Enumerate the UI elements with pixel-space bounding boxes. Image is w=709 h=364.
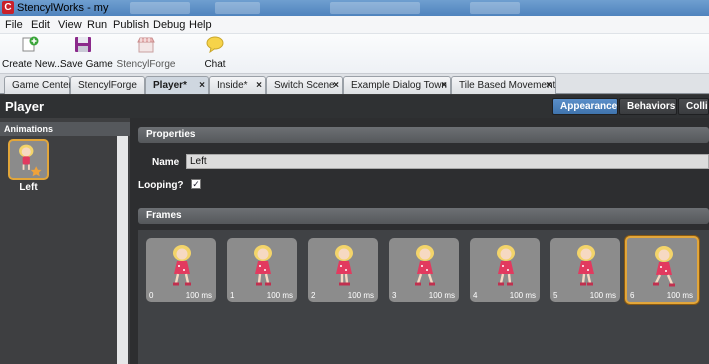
- frames-header: Frames: [138, 208, 709, 224]
- player-sprite-icon: [335, 245, 353, 286]
- create-new-icon: [22, 36, 39, 52]
- tab-tile-based-movement[interactable]: Tile Based Movement ×: [451, 76, 556, 94]
- stencyl-app-icon[interactable]: C: [2, 1, 14, 14]
- frame-index: 4: [473, 291, 478, 300]
- frame-index: 5: [553, 291, 558, 300]
- player-sprite-icon: [577, 245, 595, 286]
- menu-edit[interactable]: Edit: [31, 19, 50, 31]
- name-label: Name: [152, 157, 180, 168]
- title-bar-blur: [215, 2, 260, 14]
- frame-tile[interactable]: 0 100 ms: [146, 238, 216, 302]
- menu-file[interactable]: File: [5, 19, 23, 31]
- tab-collision[interactable]: Collis: [678, 98, 709, 115]
- save-game-label: Save Game: [60, 59, 113, 70]
- save-game-button[interactable]: Save Game: [60, 36, 113, 72]
- animation-name-field[interactable]: [186, 154, 709, 169]
- menu-debug[interactable]: Debug: [153, 19, 185, 31]
- frame-duration: 100 ms: [509, 291, 536, 300]
- frame-duration: 100 ms: [666, 291, 693, 300]
- menu-run[interactable]: Run: [87, 19, 107, 31]
- stencylforge-label: StencylForge: [116, 59, 176, 70]
- tab-label: StencylForge: [78, 80, 137, 91]
- player-sprite-icon: [19, 144, 42, 177]
- frame-index: 1: [230, 291, 235, 300]
- menu-publish[interactable]: Publish: [113, 19, 149, 31]
- editor-header: Player Appearance Behaviors Collis: [0, 95, 709, 118]
- looping-label: Looping?: [138, 180, 184, 191]
- animation-thumbnail[interactable]: [8, 139, 49, 180]
- looping-checkbox[interactable]: ✓: [191, 179, 201, 189]
- frame-tile[interactable]: 4 100 ms: [470, 238, 540, 302]
- frame-duration: 100 ms: [428, 291, 455, 300]
- create-new-button[interactable]: Create New...: [2, 36, 63, 72]
- title-bar-blur: [470, 2, 520, 14]
- tab-label: Example Dialog Town: [351, 80, 447, 91]
- tab-close-icon[interactable]: ×: [441, 80, 447, 91]
- frames-list: 0 100 ms 1 100 ms 2 100 ms 3 100 ms 4 10…: [138, 230, 709, 364]
- tab-switch-scene[interactable]: Switch Scene ×: [266, 76, 343, 94]
- stencylforge-button[interactable]: StencylForge: [116, 36, 176, 72]
- chat-bubble-icon: [206, 36, 224, 53]
- animations-scrollbar[interactable]: [117, 136, 128, 364]
- animations-panel: Animations Left: [0, 118, 130, 364]
- tab-label: Player*: [153, 80, 187, 91]
- frame-tile[interactable]: 1 100 ms: [227, 238, 297, 302]
- tab-game-center[interactable]: Game Center: [4, 76, 73, 94]
- window-title: StencylWorks - my: [17, 2, 109, 14]
- frame-index: 6: [630, 291, 635, 300]
- document-tabs: Game Center StencylForge Player* × Insid…: [0, 74, 709, 94]
- frame-duration: 100 ms: [589, 291, 616, 300]
- tab-close-icon[interactable]: ×: [333, 80, 339, 91]
- stencylforge-store-icon: [137, 37, 155, 53]
- editor-title: Player: [5, 99, 45, 114]
- toolbar: Create New... Save Game StencylForge Cha…: [0, 34, 709, 74]
- appearance-editor: Properties Name Looping? ✓ Frames 0 100 …: [130, 118, 709, 364]
- frame-duration: 100 ms: [266, 291, 293, 300]
- title-bar: C StencylWorks - my: [0, 0, 709, 16]
- frame-tile[interactable]: 2 100 ms: [308, 238, 378, 302]
- create-new-label: Create New...: [2, 59, 63, 70]
- frame-index: 2: [311, 291, 316, 300]
- floppy-disk-icon: [75, 37, 91, 52]
- player-sprite-icon: [497, 245, 515, 286]
- animation-label: Left: [19, 182, 38, 193]
- tab-behaviors[interactable]: Behaviors: [619, 98, 677, 115]
- frame-duration: 100 ms: [347, 291, 374, 300]
- frame-index: 0: [149, 291, 154, 300]
- tab-close-icon[interactable]: ×: [256, 80, 262, 91]
- chat-button[interactable]: Chat: [200, 36, 230, 72]
- chat-label: Chat: [204, 59, 226, 70]
- player-sprite-icon: [653, 246, 675, 287]
- tab-inside[interactable]: Inside* ×: [209, 76, 266, 94]
- frame-duration: 100 ms: [185, 291, 212, 300]
- player-sprite-icon: [254, 245, 272, 286]
- tab-appearance[interactable]: Appearance: [552, 98, 618, 115]
- menu-help[interactable]: Help: [189, 19, 212, 31]
- tab-label: Switch Scene: [274, 80, 335, 91]
- frame-tile[interactable]: 5 100 ms: [550, 238, 620, 302]
- tab-player[interactable]: Player* ×: [145, 76, 209, 94]
- frame-tile[interactable]: 3 100 ms: [389, 238, 459, 302]
- tab-label: Tile Based Movement: [459, 80, 556, 91]
- player-sprite-icon: [173, 245, 191, 286]
- title-bar-blur: [330, 2, 420, 14]
- player-sprite-icon: [415, 245, 435, 286]
- tab-close-icon[interactable]: ×: [199, 80, 205, 91]
- title-bar-blur: [130, 2, 190, 14]
- frame-tile-selected[interactable]: 6 100 ms: [625, 236, 699, 304]
- menu-view[interactable]: View: [58, 19, 82, 31]
- properties-header: Properties: [138, 127, 709, 143]
- tab-label: Game Center: [12, 80, 73, 91]
- tab-stencylforge[interactable]: StencylForge: [70, 76, 145, 94]
- animations-header: Animations: [0, 122, 130, 136]
- frame-index: 3: [392, 291, 397, 300]
- menu-bar: File Edit View Run Publish Debug Help: [0, 16, 709, 34]
- tab-example-dialog-town[interactable]: Example Dialog Town ×: [343, 76, 451, 94]
- tab-close-icon[interactable]: ×: [546, 80, 552, 91]
- tab-label: Inside*: [217, 80, 248, 91]
